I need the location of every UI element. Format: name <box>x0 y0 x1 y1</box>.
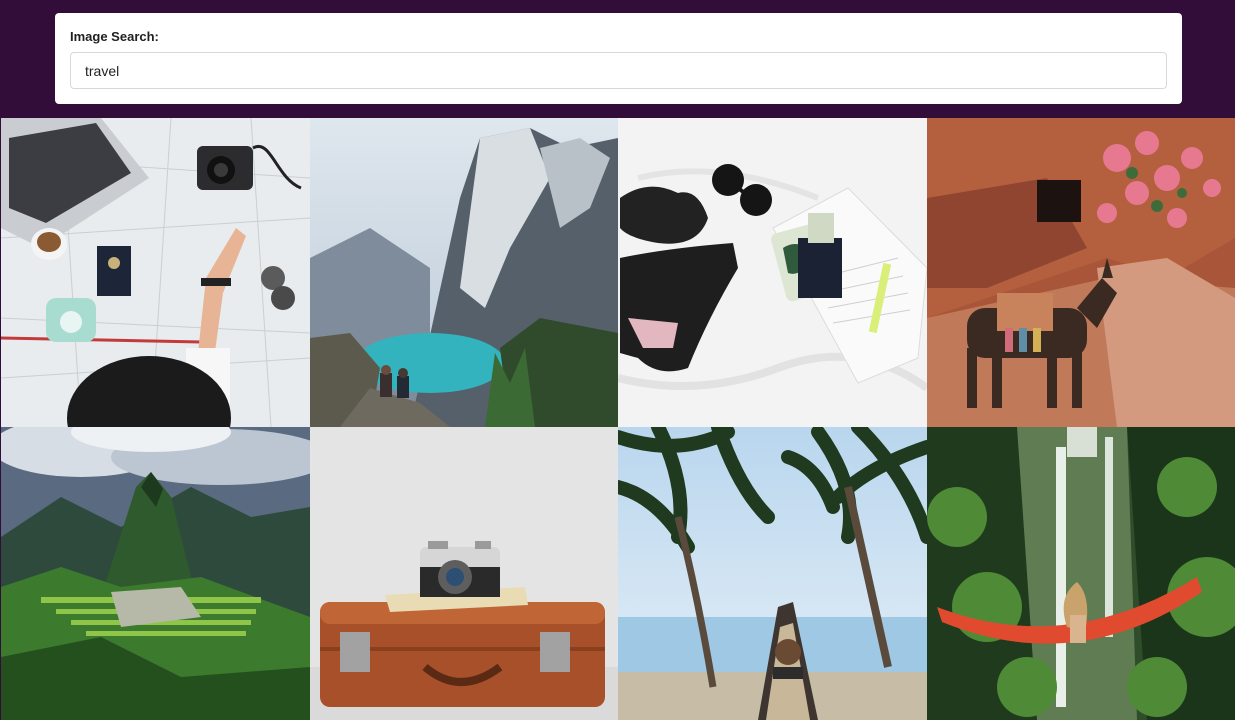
donkey-red-rock-photo <box>927 118 1235 427</box>
image-result-4[interactable] <box>927 118 1235 427</box>
image-result-1[interactable] <box>1 118 310 427</box>
search-input[interactable] <box>70 52 1167 89</box>
hammock-waterfall-photo <box>927 427 1235 720</box>
machu-picchu-photo <box>1 427 310 720</box>
image-result-8[interactable] <box>927 427 1235 720</box>
swimsuit-flat-lay-photo <box>618 118 927 427</box>
image-result-6[interactable] <box>310 427 618 720</box>
image-result-3[interactable] <box>618 118 927 427</box>
mountain-lake-photo <box>310 118 618 427</box>
image-result-5[interactable] <box>1 427 310 720</box>
image-result-7[interactable] <box>618 427 927 720</box>
search-label: Image Search: <box>70 29 159 44</box>
camera-suitcase-photo <box>310 427 618 720</box>
flat-lay-map-photo <box>1 118 310 427</box>
image-results-grid <box>1 118 1235 720</box>
palm-beach-boat-photo <box>618 427 927 720</box>
search-panel: Image Search: <box>55 13 1182 104</box>
image-result-2[interactable] <box>310 118 618 427</box>
